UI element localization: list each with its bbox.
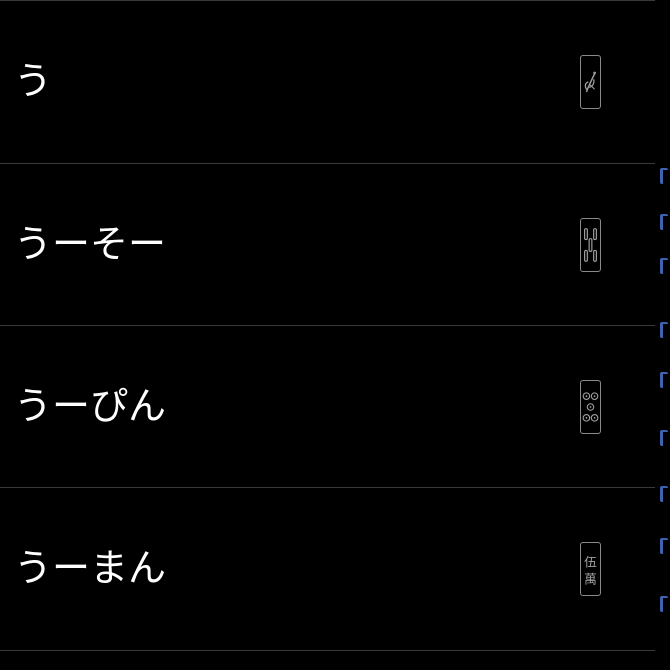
- word-list: う うーそー うーぴん うーまん 伍 萬: [0, 0, 655, 670]
- list-item[interactable]: うーまん 伍 萬: [0, 488, 655, 650]
- character-tile-icon: 伍 萬: [580, 542, 601, 596]
- list-item-label: うーぴん: [14, 384, 167, 429]
- edge-glyph-fragment: [660, 214, 668, 230]
- list-item-label: うーそー: [14, 222, 167, 267]
- list-item[interactable]: うーぴん: [0, 326, 655, 488]
- edge-glyph-fragment: [660, 430, 668, 446]
- list-divider: [0, 650, 655, 651]
- circle-tile-icon: [580, 380, 601, 434]
- tile-character-bottom: 萬: [584, 571, 597, 586]
- list-item[interactable]: う: [0, 1, 655, 163]
- edge-glyph-fragment: [660, 538, 668, 554]
- list-item-label: うーまん: [14, 546, 167, 591]
- edge-glyph-fragment: [660, 372, 668, 388]
- edge-glyph-fragment: [660, 168, 668, 184]
- bamboo-tile-icon: [580, 218, 601, 272]
- edge-glyph-fragment: [660, 258, 668, 274]
- edge-glyph-fragment: [660, 486, 668, 502]
- edge-glyph-fragment: [660, 322, 668, 338]
- edge-glyph-fragment: [660, 596, 668, 612]
- list-item[interactable]: うーそー: [0, 164, 655, 326]
- tile-character-top: 伍: [584, 554, 597, 569]
- screen: う うーそー うーぴん うーまん 伍 萬: [0, 0, 670, 670]
- bird-tile-icon: [580, 55, 601, 109]
- list-item-label: う: [14, 59, 53, 104]
